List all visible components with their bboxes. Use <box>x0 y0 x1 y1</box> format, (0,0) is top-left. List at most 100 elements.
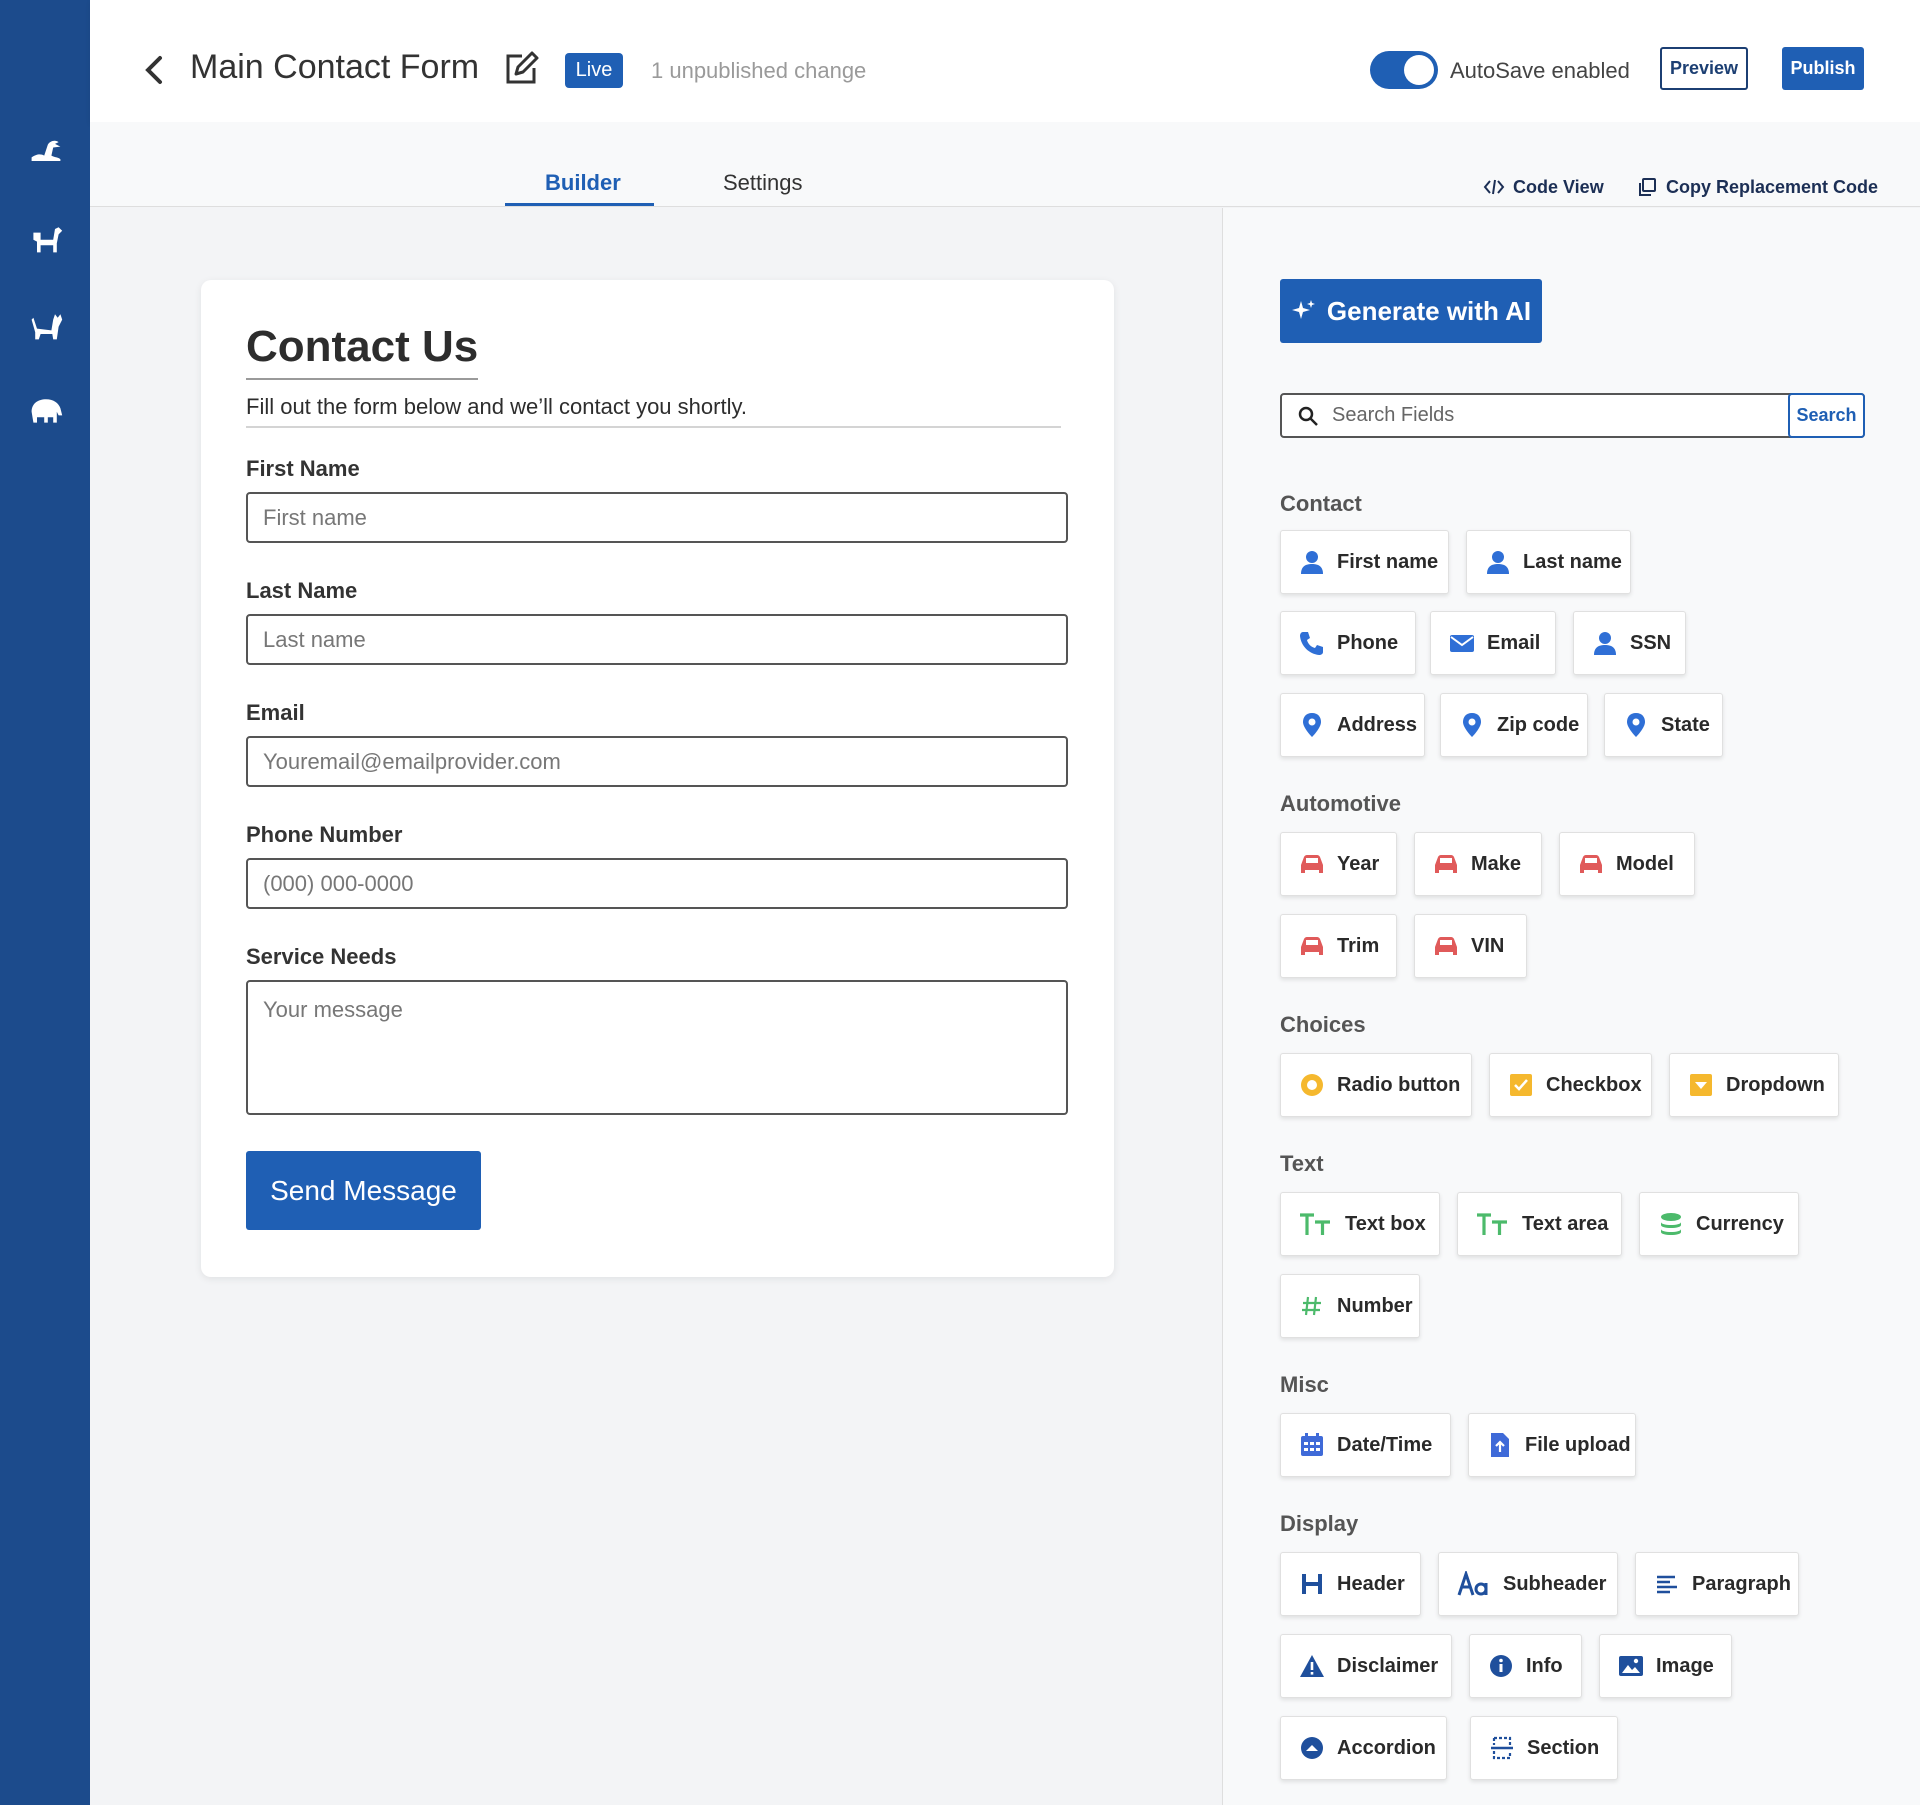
checkbox-icon <box>1508 1072 1534 1098</box>
category-text: Text <box>1280 1151 1324 1176</box>
first-name-input[interactable] <box>246 492 1068 543</box>
elephant-icon[interactable] <box>26 390 66 430</box>
person-icon <box>1299 549 1325 575</box>
map-pin-icon <box>1623 712 1649 738</box>
last-name-input[interactable] <box>246 614 1068 665</box>
code-view-label: Code View <box>1513 176 1604 197</box>
search-button[interactable]: Search <box>1788 393 1865 438</box>
code-view-link[interactable]: Code View <box>1483 176 1604 198</box>
chip-label: Model <box>1616 852 1674 875</box>
chip-image[interactable]: Image <box>1599 1634 1732 1698</box>
copy-replacement-code-link[interactable]: Copy Replacement Code <box>1636 176 1878 198</box>
category-choices: Choices <box>1280 1012 1366 1037</box>
chip-address[interactable]: Address <box>1280 693 1425 757</box>
chip-subheader[interactable]: Subheader <box>1438 1552 1618 1616</box>
bird-icon[interactable] <box>26 132 66 172</box>
chip-accordion[interactable]: Accordion <box>1280 1716 1447 1780</box>
tab-settings[interactable]: Settings <box>723 170 803 196</box>
chip-date-time[interactable]: Date/Time <box>1280 1413 1451 1477</box>
chip-label: Paragraph <box>1692 1572 1791 1595</box>
chip-label: Trim <box>1337 934 1380 957</box>
section-icon <box>1489 1735 1515 1761</box>
phone-icon <box>1299 630 1325 656</box>
form-subtitle[interactable]: Fill out the form below and we’ll contac… <box>246 394 1061 428</box>
chip-paragraph[interactable]: Paragraph <box>1635 1552 1799 1616</box>
dog-icon[interactable] <box>26 218 66 258</box>
chip-label: Text area <box>1522 1212 1609 1235</box>
autosave-toggle[interactable] <box>1370 51 1438 89</box>
service-needs-label: Service Needs <box>246 944 397 969</box>
chip-make[interactable]: Make <box>1414 832 1542 896</box>
envelope-icon <box>1449 630 1475 656</box>
chip-number[interactable]: Number <box>1280 1274 1420 1338</box>
car-icon <box>1433 851 1459 877</box>
chip-label: Accordion <box>1337 1736 1436 1759</box>
chip-radio-button[interactable]: Radio button <box>1280 1053 1472 1117</box>
preview-button[interactable]: Preview <box>1660 47 1748 90</box>
chip-text-area[interactable]: Text area <box>1457 1192 1622 1256</box>
copy-code-label: Copy Replacement Code <box>1666 176 1879 197</box>
person-icon <box>1485 549 1511 575</box>
tab-builder[interactable]: Builder <box>545 170 621 196</box>
chip-disclaimer[interactable]: Disclaimer <box>1280 1634 1452 1698</box>
car-icon <box>1299 933 1325 959</box>
chip-zip-code[interactable]: Zip code <box>1440 693 1588 757</box>
chip-label: Date/Time <box>1337 1433 1433 1456</box>
generate-with-ai-label: Generate with AI <box>1326 295 1532 326</box>
email-label: Email <box>246 700 305 725</box>
send-message-button[interactable]: Send Message <box>246 1151 481 1230</box>
chip-ssn[interactable]: SSN <box>1573 611 1686 675</box>
chip-checkbox[interactable]: Checkbox <box>1489 1053 1652 1117</box>
chip-dropdown[interactable]: Dropdown <box>1669 1053 1839 1117</box>
chip-currency[interactable]: Currency <box>1639 1192 1799 1256</box>
chip-label: Address <box>1337 713 1418 736</box>
left-nav-rail <box>0 0 90 1805</box>
publish-button[interactable]: Publish <box>1782 47 1864 90</box>
chip-label: Radio button <box>1337 1073 1461 1096</box>
chip-label: Make <box>1471 852 1522 875</box>
chip-file-upload[interactable]: File upload <box>1468 1413 1636 1477</box>
chip-section[interactable]: Section <box>1470 1716 1618 1780</box>
chip-label: Email <box>1487 631 1541 654</box>
chip-label: Number <box>1337 1294 1413 1317</box>
warning-icon <box>1299 1653 1325 1679</box>
email-input[interactable] <box>246 736 1068 787</box>
calendar-icon <box>1299 1432 1325 1458</box>
chip-text-box[interactable]: Text box <box>1280 1192 1440 1256</box>
chip-phone[interactable]: Phone <box>1280 611 1416 675</box>
chip-first-name[interactable]: First name <box>1280 530 1449 594</box>
hash-icon <box>1299 1293 1325 1319</box>
phone-input[interactable] <box>246 858 1068 909</box>
sparkle-icon <box>1291 300 1315 319</box>
chip-state[interactable]: State <box>1604 693 1723 757</box>
info-icon <box>1488 1653 1514 1679</box>
chip-trim[interactable]: Trim <box>1280 914 1397 978</box>
edit-pencil-icon[interactable] <box>502 50 540 88</box>
chip-year[interactable]: Year <box>1280 832 1397 896</box>
chip-info[interactable]: Info <box>1469 1634 1582 1698</box>
form-heading[interactable]: Contact Us <box>246 322 479 380</box>
chip-label: Last name <box>1523 550 1622 573</box>
chip-vin[interactable]: VIN <box>1414 914 1527 978</box>
chip-label: Year <box>1337 852 1380 875</box>
search-fields-input[interactable] <box>1332 395 1772 436</box>
service-needs-textarea[interactable] <box>246 980 1068 1115</box>
cat-icon[interactable] <box>26 305 66 345</box>
back-chevron-icon[interactable] <box>140 50 170 90</box>
last-name-label: Last Name <box>246 578 358 603</box>
live-status-badge: Live <box>565 53 623 88</box>
image-icon <box>1618 1653 1644 1679</box>
chip-header[interactable]: Header <box>1280 1552 1421 1616</box>
chip-model[interactable]: Model <box>1559 832 1695 896</box>
category-misc: Misc <box>1280 1372 1329 1397</box>
chip-email[interactable]: Email <box>1430 611 1556 675</box>
category-contact: Contact <box>1280 491 1362 516</box>
chip-label: Dropdown <box>1726 1073 1825 1096</box>
coins-icon <box>1658 1211 1684 1237</box>
accordion-icon <box>1299 1735 1325 1761</box>
chip-label: Checkbox <box>1546 1073 1642 1096</box>
generate-with-ai-button[interactable]: Generate with AI <box>1280 279 1542 343</box>
map-pin-icon <box>1459 712 1485 738</box>
chip-label: Phone <box>1337 631 1399 654</box>
chip-last-name[interactable]: Last name <box>1466 530 1631 594</box>
